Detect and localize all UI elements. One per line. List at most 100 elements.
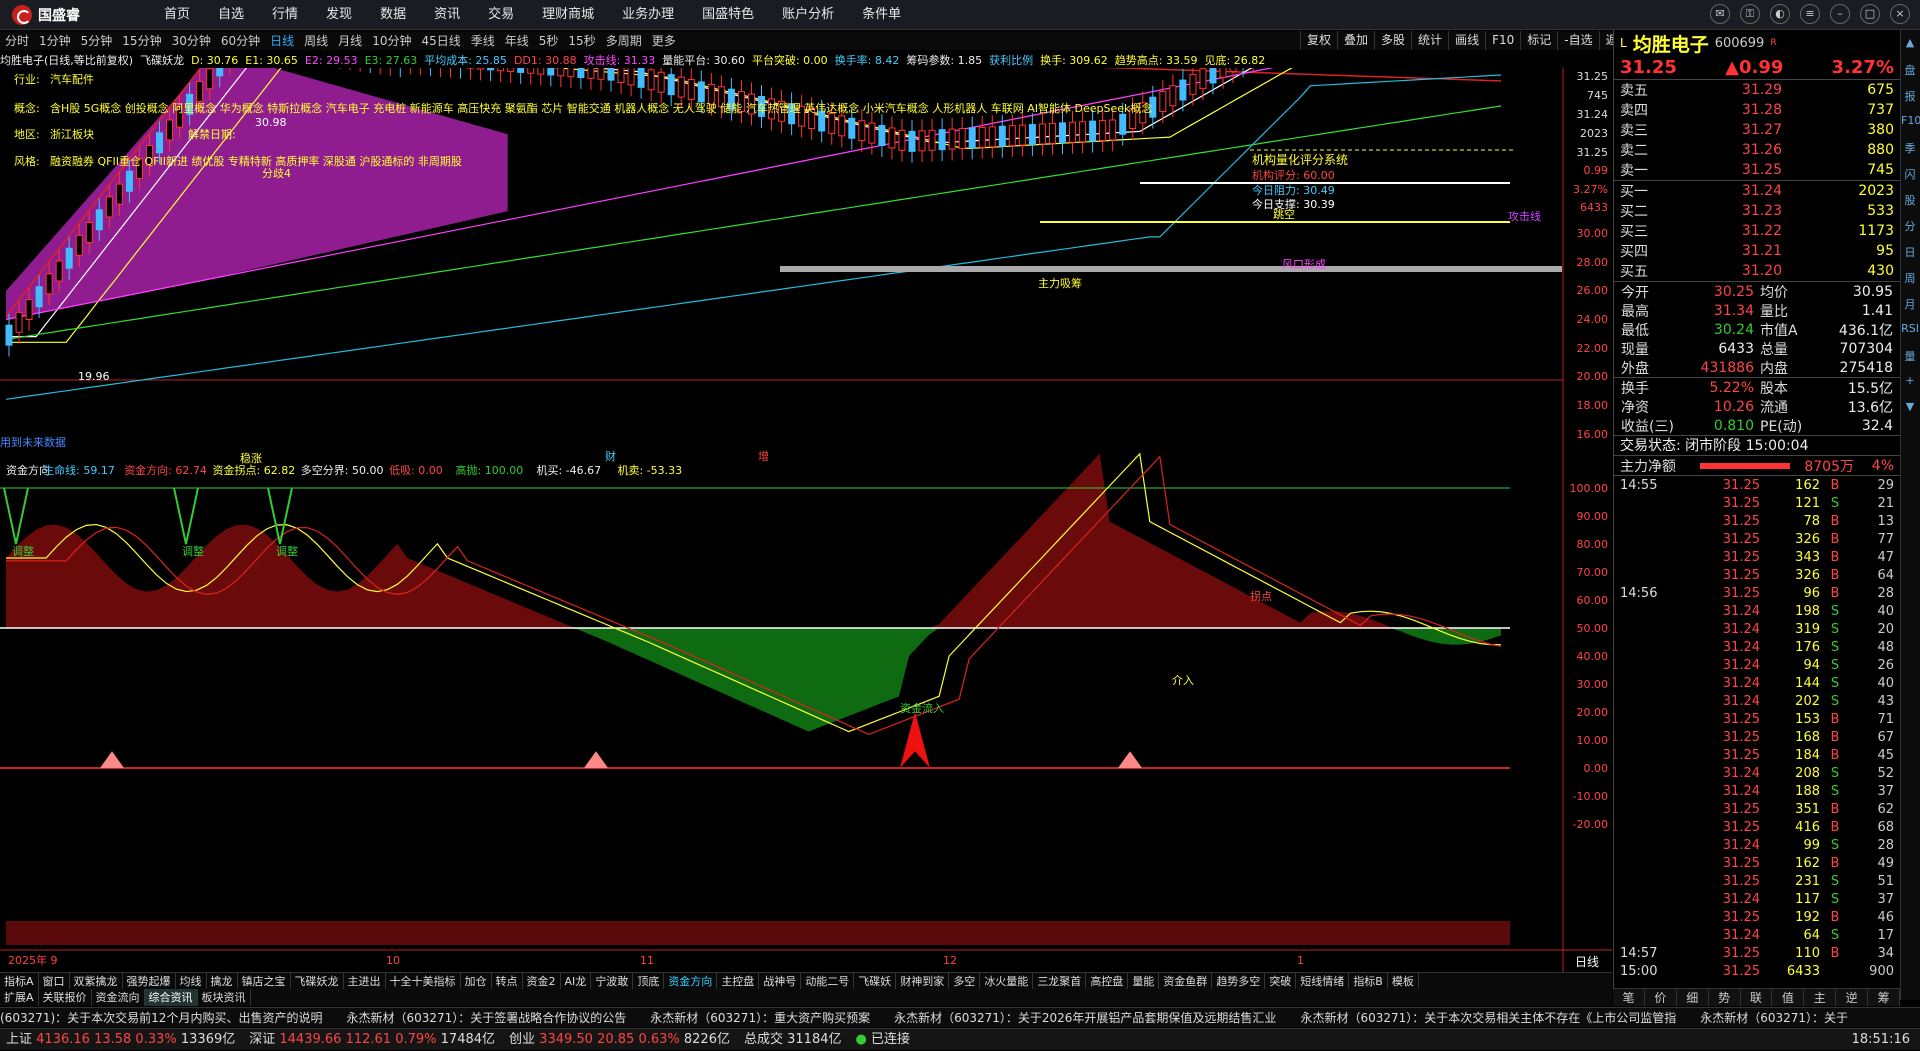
trade-ticks[interactable]: 14:5531.25162B2931.25121S2131.2578B1331.… [1614, 476, 1900, 980]
period-6[interactable]: 日线 [265, 32, 299, 49]
sz-index[interactable]: 深证 14439.66 112.61 0.79% 17484亿 [249, 1029, 495, 1050]
menu-item-2[interactable]: 行情 [258, 0, 312, 30]
ind-tab-9[interactable]: 十全十美指标 [386, 973, 461, 989]
bids-row-4[interactable]: 买五31.20430 [1614, 261, 1900, 281]
tool-1[interactable]: 叠加 [1337, 31, 1374, 50]
side-icon-14[interactable]: ▼ [1901, 400, 1919, 420]
side-icon-0[interactable]: ▲ [1901, 36, 1919, 56]
side-icon-5[interactable]: 闪 [1901, 166, 1919, 186]
ind-tab-8[interactable]: 主进出 [344, 973, 386, 989]
ind-tab-18[interactable]: 战神号 [759, 973, 801, 989]
ind-tab-2[interactable]: 双紫擒龙 [70, 973, 123, 989]
tool-4[interactable]: 画线 [1448, 31, 1485, 50]
quote-tab-5[interactable]: 值 [1772, 989, 1804, 1006]
news-ticker[interactable]: (603271)：关于本次交易前12个月内购买、出售资产的说明 永杰新材（6032… [0, 1007, 1920, 1027]
menu-item-5[interactable]: 资讯 [420, 0, 474, 30]
period-8[interactable]: 月线 [333, 32, 367, 49]
ind-tab-32[interactable]: 模板 [1388, 973, 1419, 989]
menu-item-6[interactable]: 交易 [474, 0, 528, 30]
quote-tab-3[interactable]: 势 [1709, 989, 1741, 1006]
ind-tab-10[interactable]: 加仓 [461, 973, 492, 989]
skin-icon[interactable]: ◐ [1770, 4, 1790, 24]
ind-tab-0[interactable]: 指标A [0, 973, 39, 989]
ind-tab-4[interactable]: 均线 [176, 973, 207, 989]
asks-row-2[interactable]: 卖三31.27380 [1614, 120, 1900, 140]
menu-item-8[interactable]: 业务办理 [608, 0, 688, 30]
ind-tab-29[interactable]: 突破 [1265, 973, 1296, 989]
side-icon-10[interactable]: 月 [1901, 296, 1919, 316]
period-0[interactable]: 分时 [0, 32, 34, 49]
tool-7[interactable]: -自选 [1557, 31, 1598, 50]
ind-tab-31[interactable]: 指标B [1349, 973, 1388, 989]
menu-item-4[interactable]: 数据 [366, 0, 420, 30]
ind-tab-6[interactable]: 镇店之宝 [238, 973, 291, 989]
menu-item-10[interactable]: 账户分析 [768, 0, 848, 30]
bottom-tab-0[interactable]: 扩展A [0, 989, 39, 1006]
news-item-2[interactable]: 永杰新材（603271）：重大资产购买预案 [650, 1011, 870, 1025]
period-11[interactable]: 季线 [466, 32, 500, 49]
side-icon-3[interactable]: F10 [1901, 114, 1919, 134]
menu-item-0[interactable]: 首页 [150, 0, 204, 30]
period-16[interactable]: 更多 [647, 32, 681, 49]
side-icon-2[interactable]: 报 [1901, 88, 1919, 108]
quote-tab-6[interactable]: 主 [1804, 989, 1836, 1006]
asks-row-4[interactable]: 卖一31.25745 [1614, 160, 1900, 180]
bottom-tab-1[interactable]: 关联报价 [39, 989, 92, 1006]
cy-index[interactable]: 创业 3349.50 20.85 0.63% 8226亿 [509, 1029, 730, 1050]
ind-tab-3[interactable]: 强势起爆 [123, 973, 176, 989]
ind-tab-21[interactable]: 财神到家 [896, 973, 949, 989]
ind-tab-19[interactable]: 动能二号 [801, 973, 854, 989]
menu-item-3[interactable]: 发现 [312, 0, 366, 30]
menu-item-9[interactable]: 国盛特色 [688, 0, 768, 30]
news-item-1[interactable]: 永杰新材（603271）：关于签署战略合作协议的公告 [346, 1011, 626, 1025]
menu-item-11[interactable]: 条件单 [848, 0, 915, 30]
lock-icon[interactable]: ⚿ [1740, 4, 1760, 24]
side-icon-13[interactable]: + [1901, 374, 1919, 394]
bottom-tab-4[interactable]: 板块资讯 [198, 989, 251, 1006]
tool-5[interactable]: F10 [1485, 31, 1520, 50]
ind-tab-13[interactable]: AI龙 [561, 973, 592, 989]
menu-icon[interactable]: ≡ [1800, 4, 1820, 24]
ind-tab-23[interactable]: 冰火量能 [980, 973, 1033, 989]
side-icon-11[interactable]: RSI [1901, 322, 1919, 342]
ind-tab-7[interactable]: 飞碟妖龙 [291, 973, 344, 989]
bids-row-0[interactable]: 买一31.242023 [1614, 181, 1900, 201]
quote-tab-1[interactable]: 价 [1645, 989, 1677, 1006]
ind-tab-24[interactable]: 三龙聚首 [1033, 973, 1086, 989]
period-4[interactable]: 30分钟 [167, 32, 216, 49]
close-icon[interactable]: × [1890, 4, 1910, 24]
bids-row-1[interactable]: 买二31.23533 [1614, 201, 1900, 221]
tool-3[interactable]: 统计 [1411, 31, 1448, 50]
asks-row-3[interactable]: 卖二31.26880 [1614, 140, 1900, 160]
quote-tab-2[interactable]: 细 [1677, 989, 1709, 1006]
side-icon-12[interactable]: 量 [1901, 348, 1919, 368]
news-item-0[interactable]: (603271)：关于本次交易前12个月内购买、出售资产的说明 [0, 1011, 322, 1025]
asks-row-1[interactable]: 卖四31.28737 [1614, 100, 1900, 120]
bottom-tab-3[interactable]: 综合资讯 [145, 989, 198, 1006]
menu-item-1[interactable]: 自选 [204, 0, 258, 30]
ind-tab-28[interactable]: 趋势多空 [1212, 973, 1265, 989]
minimize-icon[interactable]: – [1830, 4, 1850, 24]
sh-index[interactable]: 上证 4136.16 13.58 0.33% 13369亿 [6, 1029, 235, 1050]
period-2[interactable]: 5分钟 [76, 32, 118, 49]
side-icon-1[interactable]: 盘 [1901, 62, 1919, 82]
ind-tab-14[interactable]: 宁波敢 [591, 973, 633, 989]
quote-tab-8[interactable]: 筹 [1868, 989, 1900, 1006]
ind-tab-1[interactable]: 窗口 [39, 973, 70, 989]
period-1[interactable]: 1分钟 [34, 32, 76, 49]
ind-tab-30[interactable]: 短线情绪 [1296, 973, 1349, 989]
period-3[interactable]: 15分钟 [117, 32, 166, 49]
tool-2[interactable]: 多股 [1374, 31, 1411, 50]
ind-tab-25[interactable]: 高控盘 [1086, 973, 1128, 989]
period-5[interactable]: 60分钟 [216, 32, 265, 49]
period-13[interactable]: 5秒 [534, 32, 564, 49]
news-item-5[interactable]: 永杰新材（603271）：关于 [1700, 1011, 1848, 1025]
message-icon[interactable]: ✉ [1710, 4, 1730, 24]
side-icon-8[interactable]: 日 [1901, 244, 1919, 264]
ind-tab-12[interactable]: 资金2 [523, 973, 561, 989]
side-icon-9[interactable]: 周 [1901, 270, 1919, 290]
ind-tab-11[interactable]: 转点 [492, 973, 523, 989]
ind-tab-17[interactable]: 主控盘 [717, 973, 759, 989]
bids-row-3[interactable]: 买四31.2195 [1614, 241, 1900, 261]
side-icon-7[interactable]: 分 [1901, 218, 1919, 238]
